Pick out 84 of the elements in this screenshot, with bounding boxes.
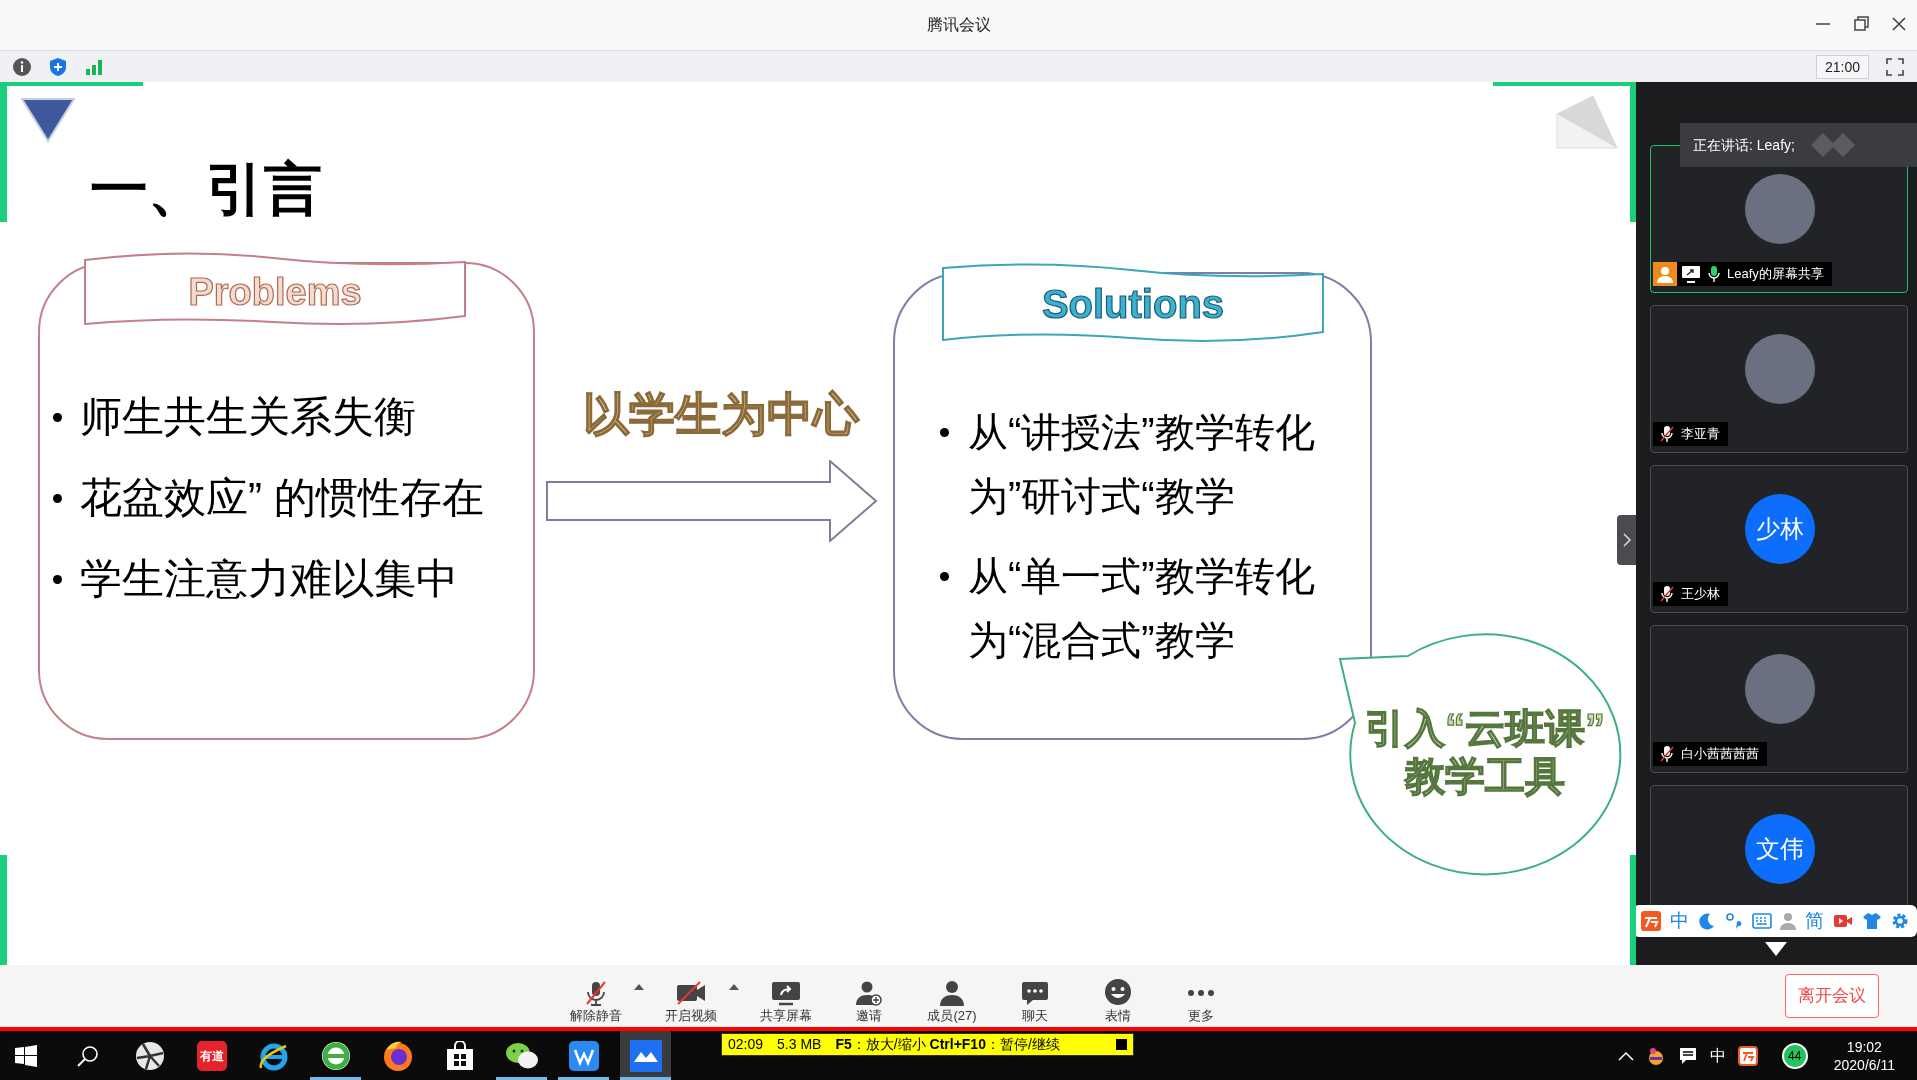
page-curl-shape — [1555, 94, 1621, 150]
toolbar-button[interactable]: 成员(27) — [916, 970, 988, 1022]
toolbar-button[interactable]: 解除静音 — [560, 970, 632, 1022]
toolbar-button[interactable]: 邀请 — [833, 970, 905, 1022]
punctuation-icon[interactable] — [1724, 912, 1743, 930]
notification-badge[interactable]: 44 — [1781, 1042, 1808, 1069]
search-icon[interactable] — [76, 1044, 99, 1067]
restore-icon[interactable] — [1851, 14, 1871, 34]
chat-bubbles-icon[interactable] — [504, 1040, 539, 1071]
running-indicator — [310, 1077, 361, 1080]
fox-globe-icon[interactable] — [381, 1039, 414, 1072]
participant-name: 李亚青 — [1681, 425, 1720, 444]
triangle-shape — [20, 97, 78, 143]
avatar-initials: 文伟 — [1745, 814, 1815, 884]
clock-date[interactable]: 2020/6/11 — [1833, 1055, 1895, 1074]
toolbar-button[interactable]: 表情 — [1082, 970, 1154, 1022]
fullscreen-icon[interactable] — [1885, 56, 1905, 77]
add-person-icon — [855, 980, 883, 1006]
participant-tile[interactable]: 李亚青 — [1650, 305, 1908, 453]
participant-tile[interactable]: 少林 王少林 — [1650, 465, 1908, 613]
toolbar-button[interactable]: 聊天 — [999, 970, 1071, 1022]
windows-logo-icon[interactable] — [14, 1044, 37, 1067]
running-indicator — [558, 1077, 609, 1080]
arrow-label: 以学生为中心 — [583, 387, 859, 442]
participant-tile[interactable]: 白小茜茜茜茜 — [1650, 625, 1908, 773]
shopping-bag-icon[interactable] — [445, 1040, 474, 1071]
ime-mode-label[interactable]: 中 — [1670, 906, 1690, 936]
problem-bullet: 师生共生关系失衡 — [80, 392, 416, 442]
pinwheel-icon[interactable] — [134, 1040, 165, 1071]
chevron-right-icon — [1622, 533, 1631, 547]
moon-icon[interactable] — [1698, 912, 1716, 930]
callout-text: 教学工具 — [1405, 753, 1565, 800]
running-indicator — [496, 1077, 547, 1080]
message-icon[interactable] — [1677, 1045, 1698, 1066]
recording-size: 5.3 MB — [777, 1035, 822, 1054]
slide-title: 一、引言 — [90, 160, 322, 218]
smiley-icon — [1104, 978, 1132, 1006]
problems-heading: Problems — [188, 270, 362, 315]
settings-icon[interactable] — [1890, 912, 1909, 930]
meeting-logo-icon[interactable] — [629, 1039, 662, 1072]
problem-bullet: 花盆效应” 的惯性存在 — [80, 473, 484, 523]
running-indicator — [620, 1077, 671, 1080]
shield-icon[interactable] — [48, 56, 68, 77]
recording-elapsed: 02:09 — [728, 1035, 764, 1054]
toolbar-button[interactable]: 开启视频 — [655, 970, 727, 1022]
solution-bullet: 从“讲授法”教学转化为”研讨式“教学 — [968, 409, 1316, 520]
keyboard-icon[interactable] — [1751, 913, 1772, 929]
recording-hint: F5：放大/缩小 Ctrl+F10：暂停/继续 — [835, 1035, 1060, 1054]
screen-share-icon — [1681, 265, 1701, 283]
panel-collapse-handle[interactable] — [1617, 515, 1636, 565]
avatar-initials: 少林 — [1745, 494, 1815, 564]
toolbar-button[interactable]: 共享屏幕 — [750, 970, 822, 1022]
video-camera-icon[interactable] — [1832, 913, 1853, 929]
participant-name: Leafy的屏幕共享 — [1727, 265, 1824, 284]
caret-up-icon[interactable] — [729, 984, 739, 990]
ime-mode-label[interactable]: 简 — [1805, 906, 1825, 936]
input-method-indicator[interactable]: 中 — [1709, 1043, 1726, 1068]
problem-bullet: 学生注意力难以集中 — [80, 554, 458, 604]
participant-name: 王少林 — [1681, 585, 1720, 604]
clock-time[interactable]: 19:02 — [1846, 1037, 1882, 1056]
w-logo-icon[interactable] — [568, 1040, 599, 1071]
toolbar-button[interactable]: 更多 — [1165, 970, 1237, 1022]
globe-icon[interactable] — [319, 1039, 352, 1072]
solutions-heading: Solutions — [1041, 281, 1225, 328]
muted-microphone-icon — [583, 980, 609, 1006]
people-icon — [938, 980, 966, 1006]
shirt-icon[interactable] — [1861, 912, 1882, 930]
video-off-icon — [675, 980, 707, 1006]
screen-share-icon — [770, 980, 802, 1006]
chat-bubble-icon — [1021, 980, 1049, 1006]
solution-bullet: 从“单一式”教学转化为“混合式”教学 — [968, 553, 1316, 664]
participant-name: 白小茜茜茜茜 — [1681, 745, 1759, 764]
app-tile[interactable]: 有道 — [196, 1040, 227, 1071]
callout-text: 引入“云班课” — [1365, 705, 1605, 752]
meeting-timer: 21:00 — [1815, 54, 1869, 79]
person-icon — [1653, 262, 1677, 286]
window-title: 腾讯会议 — [926, 15, 991, 35]
leave-meeting-button[interactable]: 离开会议 — [1785, 974, 1879, 1018]
ime-logo-icon[interactable] — [1737, 1045, 1758, 1066]
caret-up-icon[interactable] — [634, 984, 644, 990]
down-triangle-icon[interactable] — [1765, 942, 1787, 956]
info-icon[interactable] — [12, 56, 32, 77]
chevron-up-icon[interactable] — [1617, 1050, 1634, 1061]
more-icon — [1187, 990, 1215, 996]
